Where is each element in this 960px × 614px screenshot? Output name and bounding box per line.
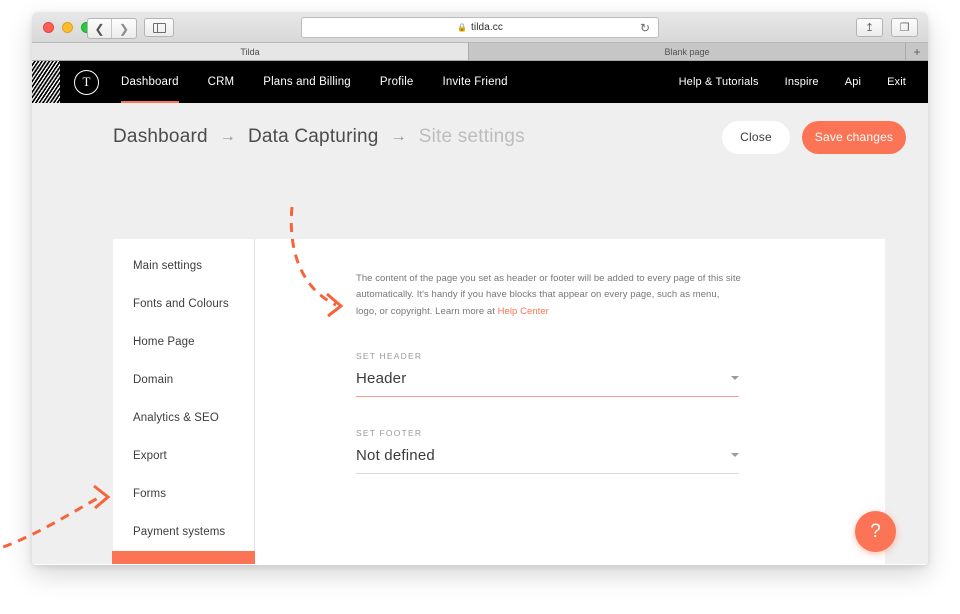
window-controls [43,22,92,33]
sidebar-item-label: Domain [133,374,174,386]
browser-window: ❮ ❯ 🔒 tilda.cc ↻ ↥ ❐ Tilda Blank page + [32,12,928,565]
nav-item-label: Profile [379,76,414,88]
nav-item-label: Invite Friend [442,76,508,88]
nav-item-label: Dashboard [121,76,179,88]
sidebar-item-main-settings[interactable]: Main settings [113,247,254,285]
sidebar-item-label: Forms [133,488,167,500]
tab-blank-page[interactable]: Blank page [469,43,906,60]
nav-item-invite-friend[interactable]: Invite Friend [442,61,507,103]
secondary-nav-items: Help & Tutorials Inspire Api Exit [653,61,928,103]
nav-item-label: Plans and Billing [263,76,351,88]
toolbar-right-buttons: ↥ ❐ [856,18,918,37]
nav-item-label: Api [844,76,862,88]
address-bar-content: 🔒 tilda.cc [457,22,503,33]
sidebar-item-forms[interactable]: Forms [113,475,254,513]
sidebar-item-label: Main settings [133,260,203,272]
url-text: tilda.cc [471,22,503,33]
tab-label: Blank page [664,46,710,57]
sidebar-item-label: Fonts and Colours [133,298,229,310]
top-navigation-bar: T Dashboard CRM Plans and Billing Profil… [32,61,928,103]
close-button[interactable]: Close [722,120,790,154]
settings-card: Main settings Fonts and Colours Home Pag… [112,239,885,564]
sidebar-item-label: Home Page [133,336,195,348]
set-header-label: SET HEADER [356,350,423,361]
settings-description: The content of the page you set as heade… [356,271,741,320]
sidebar-toggle-icon[interactable] [144,18,174,37]
reload-icon[interactable]: ↻ [640,22,650,35]
nav-item-crm[interactable]: CRM [208,61,235,103]
tilda-logo-icon[interactable]: T [74,69,99,95]
minimize-window-button[interactable] [62,22,73,33]
nav-item-label: Help & Tutorials [678,76,759,88]
forward-icon[interactable]: ❯ [112,19,136,38]
tab-tilda[interactable]: Tilda [32,43,469,60]
sidebar-item-home-page[interactable]: Home Page [113,323,254,361]
sidebar-glyph [152,22,166,33]
tab-label: Tilda [240,46,260,57]
set-footer-label: SET FOOTER [356,427,423,438]
breadcrumb-separator: → [390,128,407,145]
navigation-buttons: ❮ ❯ [87,18,137,39]
save-changes-button[interactable]: Save changes [802,120,906,154]
nav-item-label: Inspire [784,76,819,88]
set-header-select[interactable]: Header [356,370,739,397]
breadcrumb-item-dashboard[interactable]: Dashboard [113,126,208,148]
back-icon[interactable]: ❮ [88,19,112,38]
sidebar-item-label: Export [133,450,167,462]
sidebar-item-payment-systems[interactable]: Payment systems [113,513,254,551]
set-header-value: Header [356,369,407,387]
breadcrumb: Dashboard → Data Capturing → Site settin… [113,126,525,148]
settings-sidebar: Main settings Fonts and Colours Home Pag… [112,239,255,564]
help-button[interactable]: ? [855,511,896,552]
set-footer-select[interactable]: Not defined [356,447,739,474]
set-header-field: SET HEADER Header [356,351,739,397]
sidebar-item-label: Analytics & SEO [133,412,219,424]
breadcrumb-separator: → [219,128,236,145]
sidebar-item-label: Payment systems [133,526,226,538]
sidebar-item-domain[interactable]: Domain [113,361,254,399]
chevron-down-icon [731,453,739,458]
tab-overview-icon[interactable]: ❐ [891,18,918,37]
breadcrumb-item-site-settings: Site settings [418,126,525,147]
nav-item-profile[interactable]: Profile [380,61,414,103]
chevron-down-icon [731,376,739,381]
sidebar-item-export[interactable]: Export [113,437,254,475]
nav-item-api[interactable]: Api [845,61,861,103]
nav-item-label: CRM [207,76,235,88]
nav-item-label: Exit [887,76,906,88]
share-icon[interactable]: ↥ [856,18,883,37]
page-header: Dashboard → Data Capturing → Site settin… [32,103,928,171]
sidebar-item-analytics-and-seo[interactable]: Analytics & SEO [113,399,254,437]
primary-nav-items: Dashboard CRM Plans and Billing Profile … [121,61,537,103]
set-footer-field: SET FOOTER Not defined [356,428,739,474]
settings-content: The content of the page you set as heade… [255,239,885,564]
nav-item-help-and-tutorials[interactable]: Help & Tutorials [679,61,759,103]
set-footer-value: Not defined [356,446,435,464]
nav-item-inspire[interactable]: Inspire [785,61,819,103]
close-window-button[interactable] [43,22,54,33]
nav-item-dashboard[interactable]: Dashboard [121,61,179,103]
header-actions: Close Save changes [722,120,906,154]
tab-bar: Tilda Blank page + [32,43,928,61]
nav-item-plans-and-billing[interactable]: Plans and Billing [263,61,351,103]
lock-icon: 🔒 [457,22,468,32]
breadcrumb-item-data-capturing[interactable]: Data Capturing [248,126,379,148]
help-center-link[interactable]: Help Center [498,306,549,317]
sidebar-item-fonts-and-colours[interactable]: Fonts and Colours [113,285,254,323]
zigzag-pattern-icon [32,61,60,103]
new-tab-button[interactable]: + [906,43,928,60]
page-viewport: T Dashboard CRM Plans and Billing Profil… [32,61,928,564]
sidebar-item-header-and-footer[interactable]: Header and Footer [112,551,255,564]
nav-item-exit[interactable]: Exit [887,61,906,103]
address-bar[interactable]: 🔒 tilda.cc ↻ [301,17,659,38]
browser-toolbar: ❮ ❯ 🔒 tilda.cc ↻ ↥ ❐ [32,12,928,43]
